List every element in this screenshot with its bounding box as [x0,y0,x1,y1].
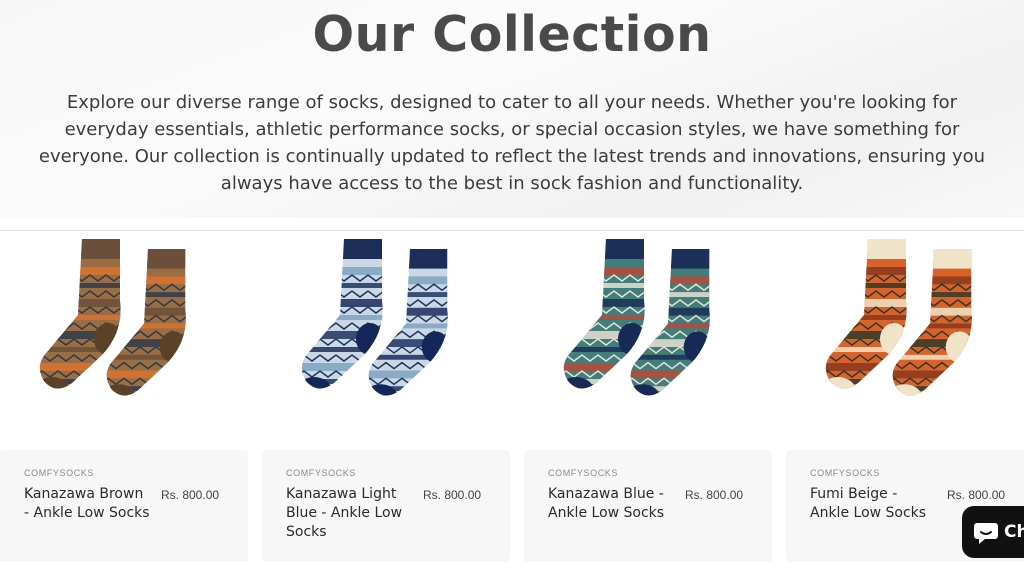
section-title: Our Collection [312,6,712,63]
product-info: COMFYSOCKS Kanazawa Brown - Ankle Low So… [0,450,248,562]
product-image[interactable] [524,231,772,441]
product-image[interactable] [262,231,510,441]
product-image[interactable] [0,231,248,441]
product-grid: COMFYSOCKS Kanazawa Brown - Ankle Low So… [0,231,1024,576]
chat-button[interactable]: Ch [962,506,1024,558]
product-brand: COMFYSOCKS [810,468,881,478]
product-price: Rs. 800.00 [947,488,1006,502]
sock-pair-image [39,239,186,396]
collection-hero: Our Collection Explore our diverse range… [0,0,1024,218]
product-title[interactable]: Kanazawa Light Blue - Ankle Low Socks [286,485,414,542]
product-info: COMFYSOCKS Kanazawa Blue - Ankle Low Soc… [524,450,772,562]
product-info: COMFYSOCKS Kanazawa Light Blue - Ankle L… [262,450,510,562]
sock-pair-image [825,239,972,396]
product-card[interactable]: COMFYSOCKS Kanazawa Blue - Ankle Low Soc… [524,231,772,566]
section-description: Explore our diverse range of socks, desi… [38,92,986,194]
product-title[interactable]: Kanazawa Blue - Ankle Low Socks [548,485,676,523]
chat-label: Ch [1004,522,1024,542]
product-brand: COMFYSOCKS [548,468,619,478]
product-price: Rs. 800.00 [161,488,220,502]
product-brand: COMFYSOCKS [24,468,95,478]
product-title[interactable]: Kanazawa Brown - Ankle Low Socks [24,485,152,523]
chat-bubble-icon [974,523,998,544]
product-image[interactable] [786,231,1024,441]
product-price: Rs. 800.00 [423,488,482,502]
sock-pair-image [301,239,448,396]
product-title[interactable]: Fumi Beige - Ankle Low Socks [810,485,938,523]
sock-pair-image [563,239,710,396]
product-price: Rs. 800.00 [685,488,744,502]
product-card[interactable]: COMFYSOCKS Kanazawa Brown - Ankle Low So… [0,231,248,566]
product-card[interactable]: COMFYSOCKS Kanazawa Light Blue - Ankle L… [262,231,510,566]
product-brand: COMFYSOCKS [286,468,357,478]
